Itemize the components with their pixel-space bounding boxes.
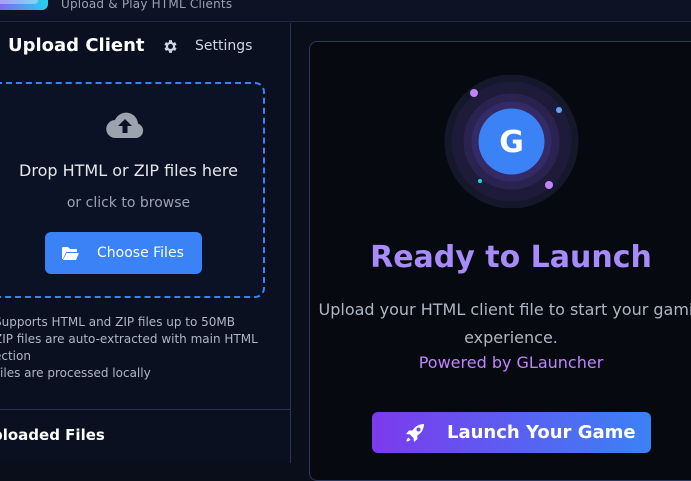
launch-game-label: Launch Your Game	[447, 422, 636, 443]
settings-label: Settings	[195, 38, 253, 54]
folder-open-icon	[62, 247, 79, 260]
powered-by-text: Powered by GLauncher	[418, 353, 604, 372]
file-dropzone[interactable]: Drop HTML or ZIP files here or click to …	[0, 82, 265, 298]
dropzone-title: Drop HTML or ZIP files here	[19, 161, 238, 180]
upload-notes: Supports HTML and ZIP files up to 50MB Z…	[0, 314, 279, 382]
ready-description: Upload your HTML client file to start yo…	[318, 300, 691, 347]
app-logo[interactable]	[0, 0, 48, 10]
ready-title: Ready to Launch	[370, 240, 652, 275]
glauncher-badge-icon: G	[444, 75, 579, 208]
launch-game-button[interactable]: Launch Your Game	[372, 412, 651, 453]
choose-files-button[interactable]: Choose Files	[45, 232, 202, 274]
settings-button[interactable]: Settings	[162, 35, 252, 57]
sidebar-divider	[0, 409, 291, 410]
rocket-icon	[406, 423, 424, 442]
badge-letter: G	[499, 125, 524, 160]
cloud-upload-icon	[106, 112, 144, 139]
note-item: ection	[0, 349, 31, 363]
dropzone-subtitle: or click to browse	[66, 195, 191, 211]
sidebar-title: Upload Client	[8, 35, 145, 56]
gear-icon	[164, 39, 177, 53]
note-item: Supports HTML and ZIP files up to 50MB	[0, 315, 236, 329]
note-item: ZIP files are auto-extracted with main H…	[0, 332, 258, 346]
note-item: Files are processed locally	[0, 366, 151, 380]
uploaded-files-heading: ploaded Files	[0, 426, 105, 444]
choose-files-label: Choose Files	[97, 245, 184, 261]
top-bar: Upload & Play HTML Clients	[0, 0, 691, 22]
app-tagline: Upload & Play HTML Clients	[61, 0, 233, 11]
